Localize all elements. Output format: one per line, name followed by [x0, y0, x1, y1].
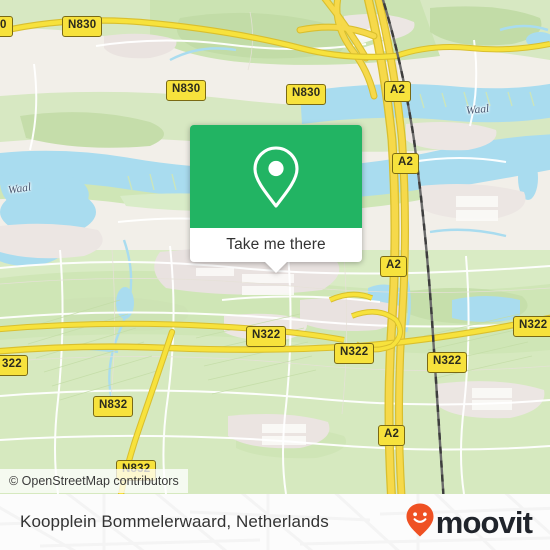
- road-shield-n830: N830: [62, 16, 103, 37]
- map-pin-icon: [249, 144, 303, 210]
- road-shield-a2: A2: [392, 153, 420, 174]
- footer-bar: Koopplein Bommelerwaard, Netherlands moo…: [0, 494, 550, 550]
- road-shield-a2: A2: [378, 425, 406, 446]
- road-shield-a2: A2: [380, 256, 408, 277]
- popup-footer[interactable]: Take me there: [190, 228, 362, 273]
- road-shield-n322: N322: [334, 343, 375, 364]
- moovit-pin-smiley-icon: [405, 502, 435, 543]
- moovit-wordmark: moovit: [435, 504, 533, 540]
- location-popup-card[interactable]: Take me there: [190, 125, 362, 273]
- moovit-logo[interactable]: moovit: [405, 502, 533, 543]
- popup-tail-pointer: [265, 262, 287, 273]
- road-shield-n832: N832: [93, 396, 134, 417]
- osm-attribution-text: © OpenStreetMap contributors: [9, 474, 179, 488]
- road-shield-n830: N830: [286, 84, 327, 105]
- take-me-there-label: Take me there: [226, 236, 326, 254]
- water-label-waal: Waal: [465, 102, 490, 118]
- screenshot-root: Waal Waal N830 N830 N830 A2 A2 A2 A2 N32…: [0, 0, 550, 550]
- place-title: Koopplein Bommelerwaard, Netherlands: [20, 512, 329, 531]
- road-shield-n322: N322: [427, 352, 468, 373]
- road-shield-a2: A2: [384, 81, 412, 102]
- popup-header: [190, 125, 362, 228]
- map-canvas[interactable]: Waal Waal N830 N830 N830 A2 A2 A2 A2 N32…: [0, 0, 550, 494]
- road-shield-n830: N830: [166, 80, 207, 101]
- road-shield-n322: N322: [513, 316, 550, 337]
- road-shield-n830-clipped: 0: [0, 16, 13, 37]
- road-shield-n322: N322: [246, 326, 287, 347]
- osm-attribution[interactable]: © OpenStreetMap contributors: [0, 469, 188, 493]
- road-shield-n322-clipped: 322: [0, 355, 28, 376]
